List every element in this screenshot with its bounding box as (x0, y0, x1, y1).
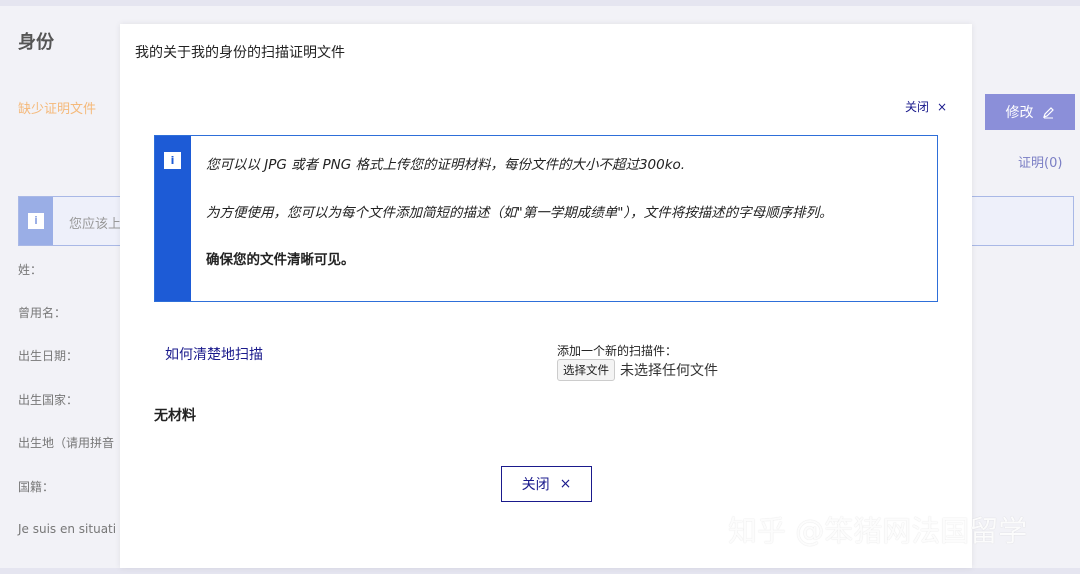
certificate-count[interactable]: 证明(0) (1018, 152, 1062, 171)
field-situation: Je suis en situati (18, 522, 117, 536)
info-description-text: 为方便使用，您可以为每个文件添加简短的描述（如"第一学期成绩单"），文件将按描述… (206, 205, 833, 221)
close-bottom-button[interactable]: 关闭 × (501, 466, 592, 502)
how-to-scan-link[interactable]: 如何清楚地扫描 (165, 344, 263, 364)
pencil-icon (1042, 106, 1054, 118)
file-input: 选择文件 未选择任何文件 (557, 359, 718, 381)
close-icon: × (937, 99, 948, 114)
missing-docs-warning: 缺少证明文件 (18, 102, 97, 117)
close-top-label: 关闭 (905, 100, 930, 114)
upload-label: 添加一个新的扫描件： (557, 344, 678, 358)
choose-file-button[interactable]: 选择文件 (557, 359, 615, 381)
field-former-name: 曾用名： (18, 306, 67, 320)
info-clarity-text: 确保您的文件清晰可见。 (206, 252, 355, 268)
notice-bar: i (19, 197, 53, 245)
close-bottom-label: 关闭 (521, 477, 550, 493)
info-icon: i (28, 213, 44, 229)
notice-text: 您应该上 (69, 217, 122, 232)
field-nationality: 国籍： (18, 480, 55, 494)
no-file-chosen-text: 未选择任何文件 (620, 363, 718, 379)
scan-documents-modal: 我的关于我的身份的扫描证明文件 关闭 × i 您可以以 JPG 或者 PNG 格… (120, 24, 972, 568)
info-icon: i (164, 152, 181, 169)
info-format-text: 您可以以 JPG 或者 PNG 格式上传您的证明材料，每份文件的大小不超过300… (206, 157, 686, 173)
section-title: 身份 (18, 32, 54, 53)
field-birth-date: 出生日期： (18, 349, 79, 363)
edit-button[interactable]: 修改 (985, 94, 1075, 130)
field-birth-country: 出生国家： (18, 393, 79, 407)
no-material-text: 无材料 (154, 408, 196, 424)
close-icon: × (559, 476, 572, 492)
field-birth-place: 出生地（请用拼音 (18, 436, 115, 450)
info-bar: i (155, 136, 191, 301)
field-surname: 姓： (18, 263, 43, 277)
edit-button-label: 修改 (1005, 105, 1034, 121)
info-box: i 您可以以 JPG 或者 PNG 格式上传您的证明材料，每份文件的大小不超过3… (154, 135, 938, 302)
close-top-button[interactable]: 关闭 × (905, 98, 947, 115)
modal-title: 我的关于我的身份的扫描证明文件 (135, 45, 345, 61)
watermark: 知乎 @笨猪网法国留学 (728, 514, 1028, 548)
